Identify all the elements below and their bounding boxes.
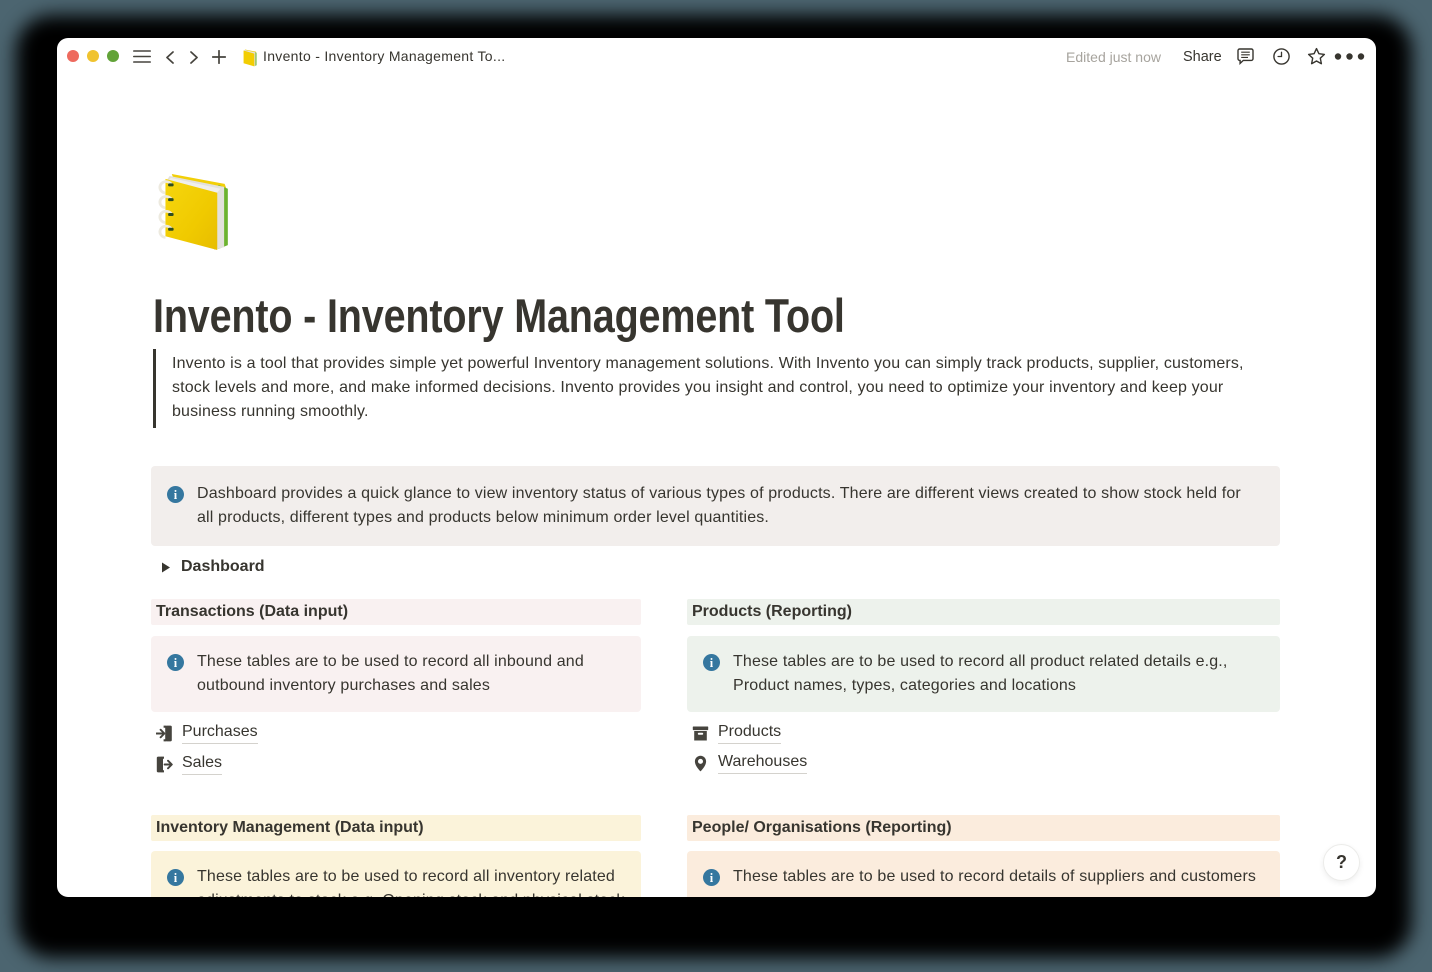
svg-text:i: i	[174, 656, 178, 670]
svg-text:i: i	[174, 871, 178, 885]
svg-text:i: i	[710, 871, 714, 885]
svg-text:i: i	[710, 656, 714, 670]
svg-text:i: i	[174, 488, 178, 502]
